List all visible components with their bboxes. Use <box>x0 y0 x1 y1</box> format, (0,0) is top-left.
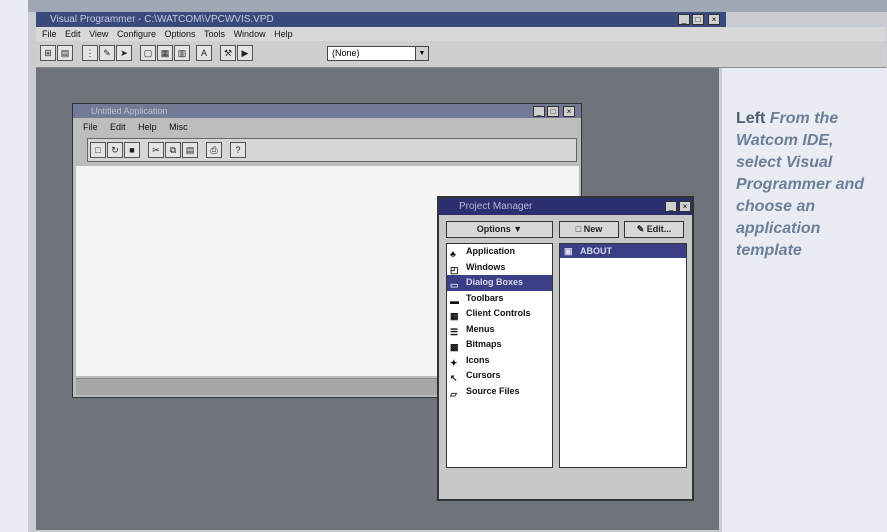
list-item[interactable]: ▬ Toolbars <box>447 291 552 307</box>
menu-tools[interactable]: Tools <box>204 27 225 41</box>
font-icon[interactable]: A <box>196 45 212 61</box>
open-file-icon[interactable]: ↻ <box>107 142 123 158</box>
new-file-icon[interactable]: □ <box>90 142 106 158</box>
child-menu-file[interactable]: File <box>83 122 98 132</box>
minimize-button[interactable]: _ <box>678 14 690 25</box>
child-menu-misc[interactable]: Misc <box>169 122 188 132</box>
menu-window[interactable]: Window <box>234 27 266 41</box>
caption-lead: Left <box>736 110 766 127</box>
child-menu-help[interactable]: Help <box>138 122 157 132</box>
ide-toolbar: ⊞ ▤ ⋮ ✎ ➤ ▢ ▦ ▥ A ⚒ ▶ (None) ▼ <box>36 41 886 68</box>
project-manager-title: Project Manager <box>439 198 692 215</box>
ide-menu-bar: File Edit View Configure Options Tools W… <box>36 27 886 41</box>
help-icon[interactable]: ? <box>230 142 246 158</box>
list-item[interactable]: ✦ Icons <box>447 353 552 369</box>
paste-icon[interactable]: ▤ <box>182 142 198 158</box>
caption-text: From the Watcom IDE, select Visual Progr… <box>736 110 865 259</box>
pm-close-button[interactable]: × <box>679 201 691 212</box>
application-menu-bar: File Edit Help Misc <box>73 121 581 134</box>
project-manager-window[interactable]: Project Manager _ × Options ▼ □ New ✎ Ed… <box>437 196 694 501</box>
maximize-button[interactable]: □ <box>692 14 704 25</box>
resource-icon[interactable]: ▦ <box>157 45 173 61</box>
new-project-icon[interactable]: ⊞ <box>40 45 56 61</box>
dialog-resource-icon: ▣ <box>564 246 573 256</box>
list-item[interactable]: ▦ Client Controls <box>447 306 552 322</box>
open-project-icon[interactable]: ▤ <box>57 45 73 61</box>
pm-minimize-button[interactable]: _ <box>665 201 677 212</box>
cursor-icon: ↖ <box>450 373 458 383</box>
dialog-icon[interactable]: ▥ <box>174 45 190 61</box>
application-window-title: Untitled Application <box>73 104 581 118</box>
menu-edit[interactable]: Edit <box>65 27 81 41</box>
child-maximize-button[interactable]: □ <box>547 106 559 117</box>
list-item[interactable]: ◰ Windows <box>447 260 552 276</box>
list-item[interactable]: ▣ ABOUT <box>560 244 686 258</box>
category-list[interactable]: ♣ Application ◰ Windows ▭ Dialog Boxes ▬ Too… <box>446 243 553 468</box>
menu-icon: ☰ <box>450 326 459 337</box>
menu-view[interactable]: View <box>89 27 108 41</box>
list-item[interactable]: ▱ Source Files <box>447 384 552 400</box>
ide-title-bar: Visual Programmer - C:\WATCOM\VPCWVIS.VP… <box>36 12 726 27</box>
client-controls-icon: ▦ <box>450 311 459 321</box>
list-item[interactable]: ▩ Bitmaps <box>447 337 552 353</box>
close-button[interactable]: × <box>708 14 720 25</box>
child-menu-edit[interactable]: Edit <box>110 122 126 132</box>
menu-configure[interactable]: Configure <box>117 27 156 41</box>
cursor-icon[interactable]: ➤ <box>116 45 132 61</box>
child-minimize-button[interactable]: _ <box>533 106 545 117</box>
save-icon[interactable]: ■ <box>124 142 140 158</box>
edit-button[interactable]: ✎ Edit... <box>624 221 684 238</box>
menu-help[interactable]: Help <box>274 27 293 41</box>
dialog-box-icon: ▭ <box>450 280 459 290</box>
toolbar-icon: ▬ <box>450 295 459 306</box>
cut-icon[interactable]: ✂ <box>148 142 164 158</box>
application-icon: ♣ <box>450 249 456 259</box>
menu-file[interactable]: File <box>42 27 57 41</box>
copy-icon[interactable]: ⧉ <box>165 142 181 158</box>
menu-options[interactable]: Options <box>164 27 195 41</box>
resource-list[interactable]: ▣ ABOUT <box>559 243 687 468</box>
icons-icon: ✦ <box>450 357 458 368</box>
tree-view-icon[interactable]: ⋮ <box>82 45 98 61</box>
target-combo[interactable]: (None) ▼ <box>327 46 429 61</box>
options-button[interactable]: Options ▼ <box>446 221 553 238</box>
windows-icon: ◰ <box>450 264 459 275</box>
folder-icon: ▱ <box>450 388 457 399</box>
list-item[interactable]: ▭ Dialog Boxes <box>447 275 552 291</box>
new-button[interactable]: □ New <box>559 221 619 238</box>
child-close-button[interactable]: × <box>563 106 575 117</box>
figure-caption: Left From the Watcom IDE, select Visual … <box>736 108 882 262</box>
chevron-down-icon[interactable]: ▼ <box>415 47 428 60</box>
list-item[interactable]: ↖ Cursors <box>447 368 552 384</box>
run-icon[interactable]: ▶ <box>237 45 253 61</box>
list-item[interactable]: ☰ Menus <box>447 322 552 338</box>
build-icon[interactable]: ⚒ <box>220 45 236 61</box>
top-strip <box>28 0 887 12</box>
edit-icon[interactable]: ✎ <box>99 45 115 61</box>
ide-title: Visual Programmer - C:\WATCOM\VPCWVIS.VP… <box>50 14 274 25</box>
form-icon[interactable]: ▢ <box>140 45 156 61</box>
list-item[interactable]: ♣ Application <box>447 244 552 260</box>
print-icon[interactable]: ⎙ <box>206 142 222 158</box>
bitmap-icon: ▩ <box>450 342 459 352</box>
application-toolbar: □ ↻ ■ ✂ ⧉ ▤ ⎙ ? <box>87 138 577 162</box>
